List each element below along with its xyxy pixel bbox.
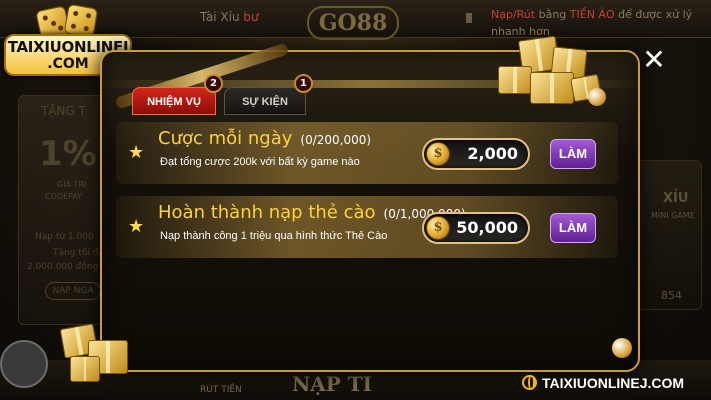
task-row: ★ Hoàn thành nạp thẻ cào (0/1,000,000) Nạ… (116, 196, 618, 258)
task-row: ★ Cược mỗi ngày (0/200,000) Đạt tổng cược… (116, 122, 618, 184)
coin-icon: $ (426, 142, 450, 166)
close-icon[interactable]: ✕ (640, 46, 668, 74)
coin-icon: $ (426, 216, 450, 240)
globe-icon (522, 375, 537, 390)
notice-text: Nạp/Rút bằng TIỀN ẢO để được xử lý nhanh… (491, 8, 693, 38)
do-task-button[interactable]: LÀM (550, 213, 596, 243)
task-progress: (0/200,000) (300, 133, 372, 147)
tab-missions[interactable]: NHIỆM VỤ 2 (132, 74, 223, 115)
tai-xiu-label: Tài Xỉu bư (200, 10, 259, 24)
dice-icon (30, 3, 100, 41)
reward-pill: $ 50,000 (422, 212, 530, 244)
task-description: Đạt tổng cược 200k với bất kỳ game nào (160, 156, 360, 168)
star-icon: ★ (128, 142, 145, 163)
go88-logo: GO88 (307, 6, 399, 40)
star-icon: ★ (128, 216, 145, 237)
task-title: Cược mỗi ngày (0/200,000) (158, 128, 372, 149)
tab-events-badge: 1 (294, 74, 313, 93)
tab-missions-badge: 2 (204, 74, 223, 93)
avatar (0, 340, 48, 388)
reward-amount: 2,000 (467, 144, 518, 163)
reward-pill: $ 2,000 (422, 138, 530, 170)
promo-card: TẶNG T 1% GIÁ TRỊ CODEPAY Nạp từ 1.000 T… (18, 95, 106, 325)
speaker-icon (466, 13, 476, 23)
do-task-button[interactable]: LÀM (550, 139, 596, 169)
site-url-watermark: TAIXIUONLINEJ.COM (522, 372, 708, 394)
reward-amount: 50,000 (456, 218, 518, 237)
tab-events[interactable]: SỰ KIỆN 1 (224, 74, 313, 115)
task-description: Nạp thành công 1 triệu qua hình thức Thẻ… (160, 230, 388, 242)
task-title: Hoàn thành nạp thẻ cào (0/1,000,000) (158, 202, 466, 223)
mini-game-card: XỈU MINI GAME 854 (632, 160, 702, 310)
